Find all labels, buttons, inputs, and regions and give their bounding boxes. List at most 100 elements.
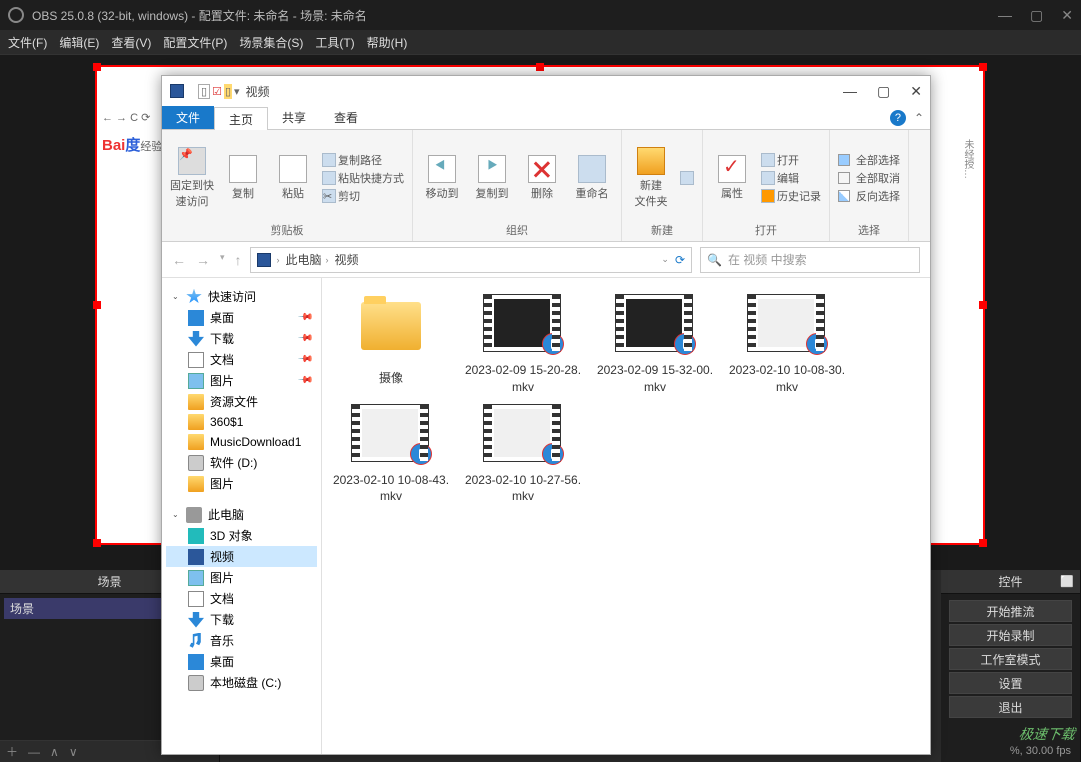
sidebar-3d-objects[interactable]: 3D 对象 <box>166 525 317 546</box>
sidebar-downloads[interactable]: 下载📌 <box>166 328 317 349</box>
play-icon <box>674 333 696 355</box>
ribbon-tabs: 文件 主页 共享 查看 ? ⌃ <box>162 106 930 130</box>
play-icon <box>806 333 828 355</box>
play-icon <box>542 443 564 465</box>
video-item[interactable]: 2023-02-10 10-08-43.mkv <box>332 404 450 506</box>
close-button[interactable]: ✕ <box>1061 7 1073 24</box>
copy-path-button[interactable]: 复制路径 <box>322 152 404 168</box>
dock-popout-icon[interactable]: ⬜ <box>1060 575 1074 588</box>
sidebar-this-pc[interactable]: ⌄此电脑 <box>166 504 317 525</box>
video-item[interactable]: 2023-02-10 10-08-30.mkv <box>728 294 846 396</box>
paste-button[interactable]: 粘贴 <box>272 155 314 201</box>
qat-dropdown[interactable]: ▾ <box>234 85 240 98</box>
menu-profile[interactable]: 配置文件(P) <box>163 34 227 51</box>
refresh-button[interactable]: ⟳ <box>675 253 685 267</box>
tab-file[interactable]: 文件 <box>162 106 214 129</box>
sidebar-musicdl[interactable]: MusicDownload1 <box>166 432 317 452</box>
video-item[interactable]: 2023-02-10 10-27-56.mkv <box>464 404 582 506</box>
add-scene-button[interactable]: ＋ <box>6 743 18 760</box>
item-label: 2023-02-10 10-27-56.mkv <box>464 472 582 506</box>
qat-item[interactable]: ▯ <box>198 84 210 99</box>
menu-view[interactable]: 查看(V) <box>111 34 151 51</box>
qat-item[interactable]: ▯ <box>224 84 232 99</box>
invert-selection-button[interactable]: 反向选择 <box>838 188 900 204</box>
copy-button[interactable]: 复制 <box>222 155 264 201</box>
file-list[interactable]: 摄像 2023-02-09 15-20-28.mkv 2023-02-09 15-3… <box>322 278 930 754</box>
menu-help[interactable]: 帮助(H) <box>367 34 408 51</box>
remove-scene-button[interactable]: — <box>28 745 40 759</box>
sidebar-desktop[interactable]: 桌面📌 <box>166 307 317 328</box>
settings-button[interactable]: 设置 <box>949 672 1072 694</box>
menu-file[interactable]: 文件(F) <box>8 34 47 51</box>
sidebar-music[interactable]: 音乐 <box>166 630 317 651</box>
sidebar-pictures[interactable]: 图片📌 <box>166 370 317 391</box>
explorer-title-bar[interactable]: ▯ ☑ ▯ ▾ 视频 — ▢ ✕ <box>162 76 930 106</box>
scene-up-button[interactable]: ∧ <box>50 745 59 759</box>
start-record-button[interactable]: 开始录制 <box>949 624 1072 646</box>
item-label: 2023-02-09 15-32-00.mkv <box>596 362 714 396</box>
studio-mode-button[interactable]: 工作室模式 <box>949 648 1072 670</box>
sidebar-documents2[interactable]: 文档 <box>166 588 317 609</box>
sidebar-pictures3[interactable]: 图片 <box>166 567 317 588</box>
folder-item[interactable]: 摄像 <box>332 294 450 396</box>
collapse-ribbon-icon[interactable]: ⌃ <box>914 111 924 125</box>
menu-scenes[interactable]: 场景集合(S) <box>239 34 303 51</box>
maximize-button[interactable]: ▢ <box>1030 7 1043 24</box>
exp-close-button[interactable]: ✕ <box>910 83 922 100</box>
video-item[interactable]: 2023-02-09 15-32-00.mkv <box>596 294 714 396</box>
move-to-button[interactable]: 移动到 <box>421 155 463 201</box>
exp-minimize-button[interactable]: — <box>843 83 857 100</box>
item-label: 摄像 <box>332 370 450 387</box>
breadcrumb-pc[interactable]: 此电脑› <box>286 251 329 268</box>
qat-item[interactable]: ☑ <box>212 85 222 98</box>
help-icon[interactable]: ? <box>890 110 906 126</box>
sidebar-desktop2[interactable]: 桌面 <box>166 651 317 672</box>
new-folder-button[interactable]: 新建 文件夹 <box>630 147 672 209</box>
sidebar-drive-d[interactable]: 软件 (D:) <box>166 452 317 473</box>
open-button[interactable]: 打开 <box>761 152 821 168</box>
delete-button[interactable]: 删除 <box>521 155 563 201</box>
address-bar[interactable]: › 此电脑› 视频 ⌄ ⟳ <box>250 247 692 273</box>
pin-quick-access-button[interactable]: 📌固定到快 速访问 <box>170 147 214 209</box>
nav-recent-dropdown[interactable]: ▾ <box>220 252 225 268</box>
nav-up-button[interactable]: ↑ <box>235 252 242 268</box>
menu-edit[interactable]: 编辑(E) <box>59 34 99 51</box>
sidebar-downloads2[interactable]: 下载 <box>166 609 317 630</box>
tab-view[interactable]: 查看 <box>320 106 372 129</box>
video-item[interactable]: 2023-02-09 15-20-28.mkv <box>464 294 582 396</box>
navigation-sidebar: ⌄快速访问 桌面📌 下载📌 文档📌 图片📌 资源文件 360$1 MusicDo… <box>162 278 322 754</box>
nav-back-button[interactable]: ← <box>172 252 186 268</box>
exit-button[interactable]: 退出 <box>949 696 1072 718</box>
menu-tools[interactable]: 工具(T) <box>315 34 354 51</box>
rename-button[interactable]: 重命名 <box>571 155 613 201</box>
sidebar-360[interactable]: 360$1 <box>166 412 317 432</box>
paste-shortcut-button[interactable]: 粘贴快捷方式 <box>322 170 404 186</box>
history-button[interactable]: 历史记录 <box>761 188 821 204</box>
start-stream-button[interactable]: 开始推流 <box>949 600 1072 622</box>
minimize-button[interactable]: — <box>998 7 1012 24</box>
sidebar-documents[interactable]: 文档📌 <box>166 349 317 370</box>
scene-down-button[interactable]: ∨ <box>69 745 78 759</box>
nav-forward-button[interactable]: → <box>196 252 210 268</box>
new-item-button[interactable] <box>680 171 694 185</box>
sidebar-videos[interactable]: 视频 <box>166 546 317 567</box>
sidebar-pictures2[interactable]: 图片 <box>166 473 317 494</box>
breadcrumb-videos[interactable]: 视频 <box>335 251 359 268</box>
search-input[interactable]: 🔍 在 视频 中搜索 <box>700 247 920 273</box>
obs-menu-bar: 文件(F) 编辑(E) 查看(V) 配置文件(P) 场景集合(S) 工具(T) … <box>0 30 1081 54</box>
tab-home[interactable]: 主页 <box>214 107 268 130</box>
cut-button[interactable]: ✂剪切 <box>322 188 404 204</box>
obs-logo-icon <box>8 7 24 23</box>
sidebar-resources[interactable]: 资源文件 <box>166 391 317 412</box>
tab-share[interactable]: 共享 <box>268 106 320 129</box>
exp-maximize-button[interactable]: ▢ <box>877 83 890 100</box>
explorer-window: ▯ ☑ ▯ ▾ 视频 — ▢ ✕ 文件 主页 共享 查看 ? ⌃ 📌固定到快 速… <box>161 75 931 755</box>
sidebar-local-c[interactable]: 本地磁盘 (C:) <box>166 672 317 693</box>
edit-button[interactable]: 编辑 <box>761 170 821 186</box>
select-none-button[interactable]: 全部取消 <box>838 170 900 186</box>
copy-to-button[interactable]: 复制到 <box>471 155 513 201</box>
search-icon: 🔍 <box>707 253 722 267</box>
select-all-button[interactable]: 全部选择 <box>838 152 900 168</box>
sidebar-quick-access[interactable]: ⌄快速访问 <box>166 286 317 307</box>
properties-button[interactable]: 属性 <box>711 155 753 201</box>
